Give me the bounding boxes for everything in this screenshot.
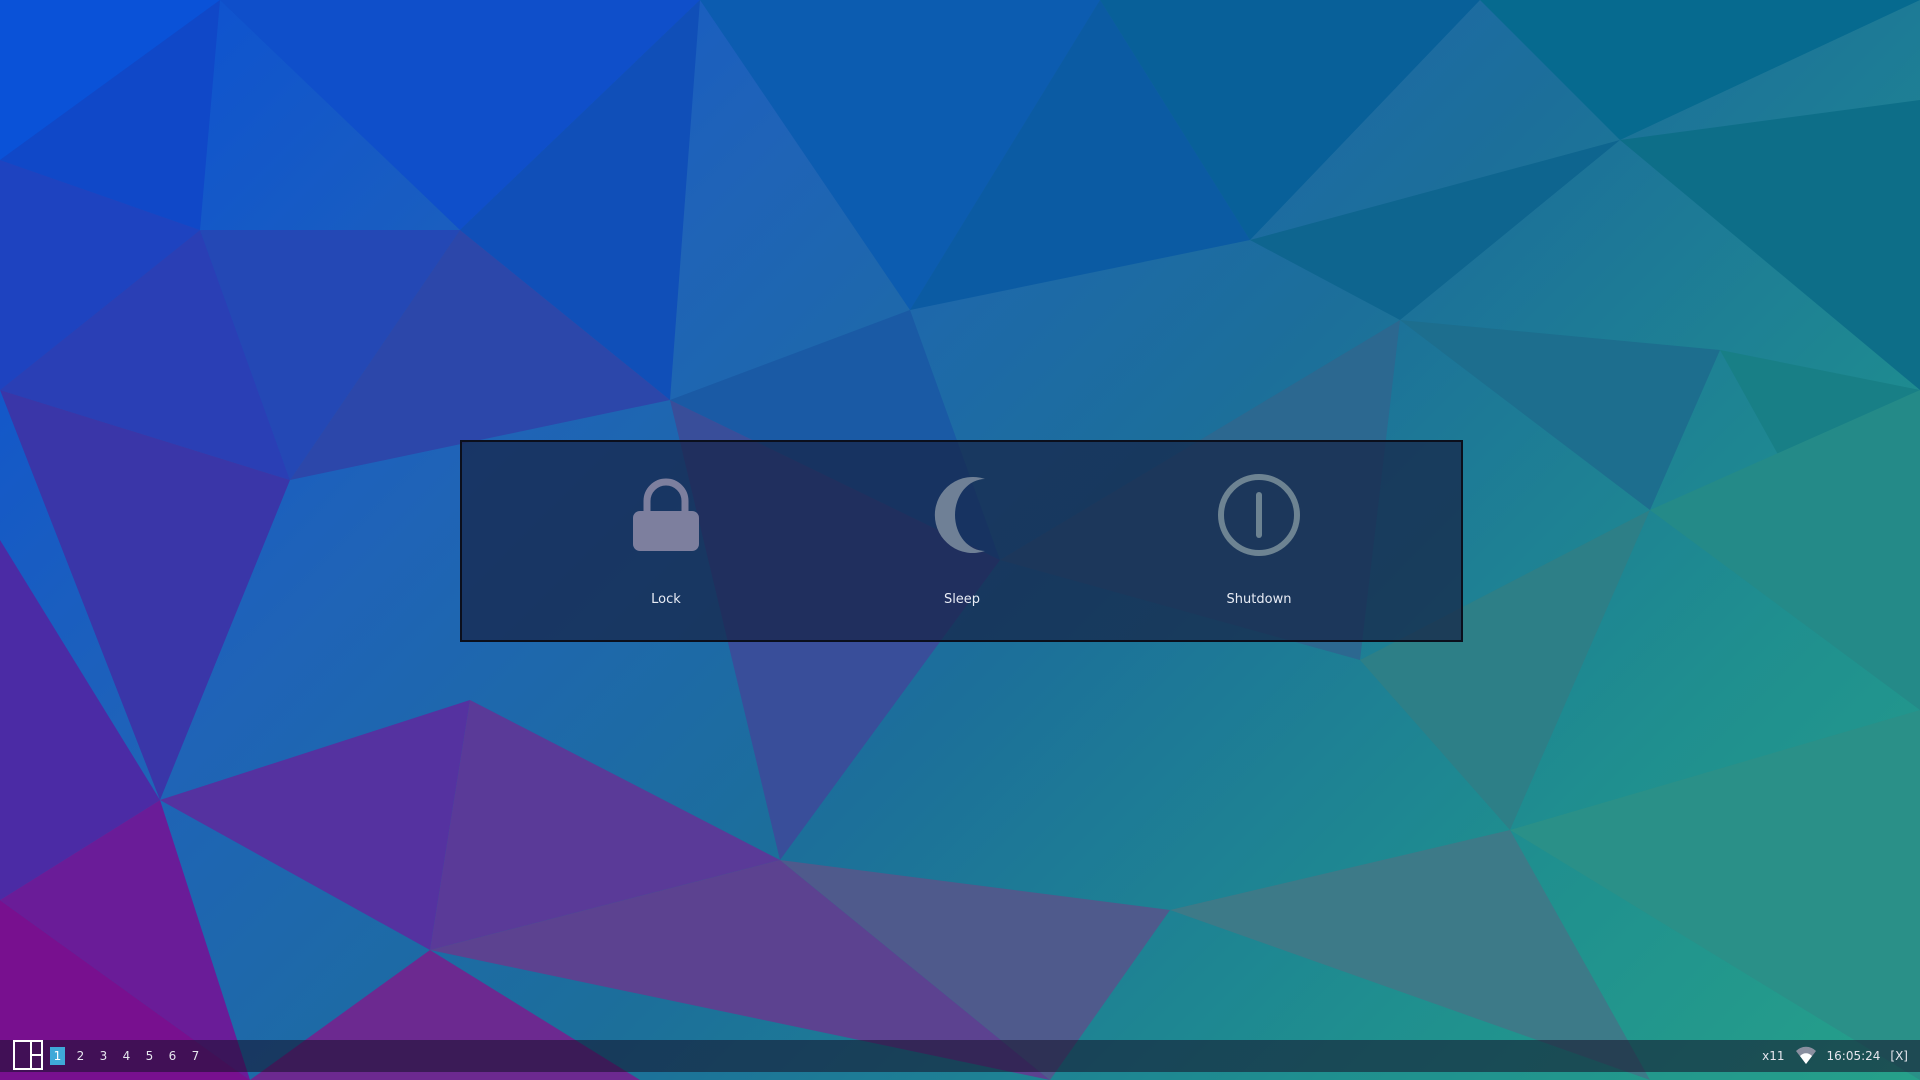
workspace-switcher: 1 2 3 4 5 6 7 — [50, 1047, 211, 1065]
workspace-2[interactable]: 2 — [73, 1047, 88, 1065]
shutdown-label: Shutdown — [1226, 592, 1292, 607]
moon-icon — [912, 470, 1012, 560]
taskbar: 1 2 3 4 5 6 7 x11 16:05:24 [X] — [0, 1040, 1920, 1072]
workspace-6[interactable]: 6 — [165, 1047, 180, 1065]
clock: 16:05:24 — [1826, 1049, 1881, 1063]
shutdown-button[interactable]: Shutdown — [1159, 442, 1359, 640]
sleep-button[interactable]: Sleep — [862, 442, 1062, 640]
layout-icon[interactable] — [13, 1040, 43, 1070]
workspace-7[interactable]: 7 — [188, 1047, 203, 1065]
power-menu-dialog: Lock Sleep Shutdown — [460, 440, 1463, 642]
system-tray: x11 16:05:24 [X] — [1762, 1040, 1908, 1072]
lock-button[interactable]: Lock — [566, 442, 766, 640]
power-icon — [1209, 470, 1309, 560]
workspace-5[interactable]: 5 — [142, 1047, 157, 1065]
close-window-button[interactable]: [X] — [1890, 1049, 1908, 1063]
workspace-3[interactable]: 3 — [96, 1047, 111, 1065]
lock-label: Lock — [651, 592, 681, 607]
workspace-1[interactable]: 1 — [50, 1047, 65, 1065]
keyboard-layout-indicator[interactable]: x11 — [1762, 1049, 1784, 1063]
lock-icon — [616, 470, 716, 560]
sleep-label: Sleep — [943, 592, 981, 607]
workspace-4[interactable]: 4 — [119, 1047, 134, 1065]
wifi-icon[interactable] — [1795, 1045, 1817, 1068]
